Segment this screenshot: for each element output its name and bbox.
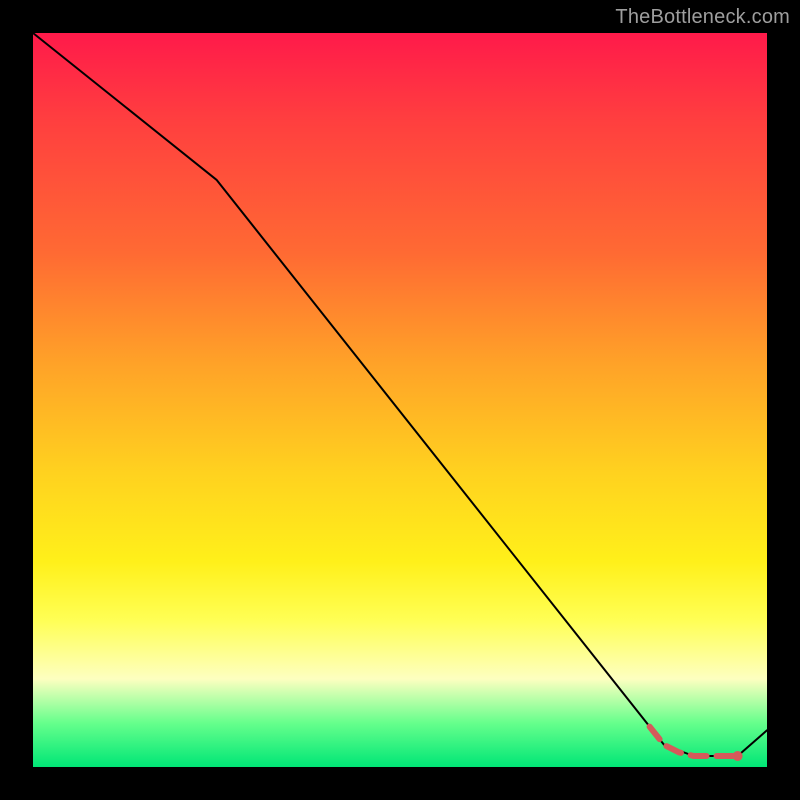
end-dot-marker bbox=[733, 751, 743, 761]
curve-path bbox=[33, 33, 767, 756]
chart-overlay-svg bbox=[0, 0, 800, 800]
highlight-path bbox=[650, 727, 738, 756]
chart-stage: TheBottleneck.com bbox=[0, 0, 800, 800]
